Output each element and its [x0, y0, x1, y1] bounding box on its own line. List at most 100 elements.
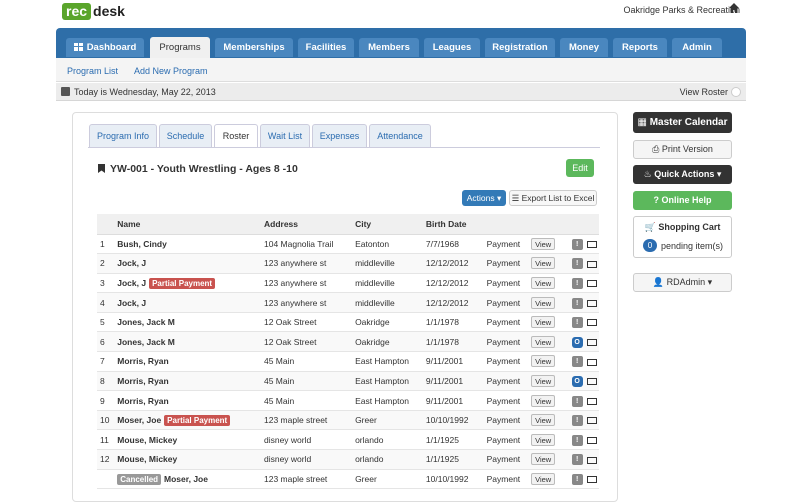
participant-name[interactable]: Jock, J — [117, 278, 146, 288]
mail-icon[interactable] — [586, 417, 597, 425]
nav-tab-admin[interactable]: Admin — [672, 38, 722, 57]
mail-icon[interactable] — [586, 456, 597, 464]
mail-icon[interactable] — [586, 319, 597, 327]
status-o-icon[interactable]: O — [571, 336, 583, 348]
view-button[interactable]: View — [531, 335, 556, 348]
mail-icon[interactable] — [586, 241, 597, 249]
nav-tab-money[interactable]: Money — [560, 38, 608, 57]
view-button[interactable]: View — [531, 414, 556, 427]
status-o-icon[interactable]: O — [571, 375, 583, 387]
home-icon[interactable] — [728, 2, 744, 18]
mail-icon[interactable] — [586, 339, 597, 347]
tab-attendance[interactable]: Attendance — [369, 124, 431, 147]
participant-name[interactable]: Morris, Ryan — [117, 376, 169, 386]
alert-icon[interactable]: ! — [571, 317, 583, 329]
payment-link[interactable]: Payment — [486, 410, 532, 431]
view-button[interactable]: View — [531, 355, 556, 368]
tab-expenses[interactable]: Expenses — [312, 124, 367, 147]
user-menu-button[interactable]: 👤 RDAdmin ▾ — [633, 273, 732, 292]
col-address[interactable]: Address — [263, 214, 356, 235]
payment-link[interactable]: Payment — [486, 429, 532, 451]
col-birth-date[interactable]: Birth Date — [425, 214, 487, 235]
payment-link[interactable]: Payment — [486, 273, 532, 294]
view-button[interactable]: View — [531, 472, 556, 485]
alert-icon[interactable]: ! — [571, 297, 583, 309]
print-version-button[interactable]: ⎙ Print Version — [633, 140, 732, 159]
alert-icon[interactable]: ! — [571, 356, 583, 368]
mail-icon[interactable] — [586, 358, 597, 366]
mail-icon[interactable] — [586, 397, 597, 405]
shopping-cart-box[interactable]: 🛒 Shopping Cart 0 pending item(s) — [633, 216, 732, 258]
program-list-link[interactable]: Program List — [67, 66, 118, 76]
col-city[interactable]: City — [355, 214, 426, 235]
edit-button[interactable]: Edit — [566, 159, 594, 177]
export-excel-button[interactable]: ☰ Export List to Excel — [509, 190, 597, 206]
view-button[interactable]: View — [531, 394, 556, 407]
participant-name[interactable]: Jock, J — [117, 298, 146, 308]
alert-icon[interactable]: ! — [571, 454, 583, 466]
nav-tab-memberships[interactable]: Memberships — [215, 38, 293, 57]
participant-name[interactable]: Jones, Jack M — [117, 317, 175, 327]
participant-name[interactable]: Morris, Ryan — [117, 356, 169, 366]
nav-tab-facilities[interactable]: Facilities — [298, 38, 354, 57]
view-button[interactable]: View — [531, 453, 556, 466]
mail-icon[interactable] — [586, 299, 597, 307]
mail-icon[interactable] — [586, 436, 597, 444]
payment-link[interactable]: Payment — [486, 253, 532, 274]
payment-link[interactable]: Payment — [486, 371, 532, 392]
payment-link[interactable]: Payment — [486, 469, 532, 490]
tab-roster[interactable]: Roster — [214, 124, 258, 148]
payment-link[interactable]: Payment — [486, 351, 532, 372]
payment-link[interactable]: Payment — [486, 331, 532, 353]
view-button[interactable]: View — [531, 374, 556, 387]
mail-icon[interactable] — [586, 378, 597, 386]
participant-name[interactable]: Moser, Joe — [117, 415, 161, 425]
tab-schedule[interactable]: Schedule — [159, 124, 212, 147]
view-button[interactable]: View — [531, 316, 556, 329]
recdesk-logo[interactable]: rec desk — [62, 2, 125, 20]
view-button[interactable]: View — [531, 296, 556, 309]
payment-link[interactable]: Payment — [486, 312, 532, 333]
master-calendar-button[interactable]: ▦ Master Calendar — [633, 112, 732, 133]
nav-tab-dashboard[interactable]: Dashboard — [66, 38, 144, 57]
nav-tab-members[interactable]: Members — [359, 38, 419, 57]
alert-icon[interactable]: ! — [571, 473, 583, 485]
participant-name[interactable]: Mouse, Mickey — [117, 435, 177, 445]
participant-name[interactable]: Jock, J — [117, 258, 146, 268]
payment-link[interactable]: Payment — [486, 449, 532, 470]
view-roster-link[interactable]: View Roster — [680, 87, 728, 97]
payment-link[interactable]: Payment — [486, 234, 532, 255]
nav-tab-registration[interactable]: Registration — [485, 38, 555, 57]
view-button[interactable]: View — [531, 237, 556, 250]
add-new-program-link[interactable]: Add New Program — [134, 66, 208, 76]
alert-icon[interactable]: ! — [571, 277, 583, 289]
view-button[interactable]: View — [531, 276, 556, 289]
payment-link[interactable]: Payment — [486, 390, 532, 411]
alert-icon[interactable]: ! — [571, 415, 583, 427]
view-button[interactable]: View — [531, 433, 556, 446]
participant-name[interactable]: Morris, Ryan — [117, 396, 169, 406]
mail-icon[interactable] — [586, 260, 597, 268]
view-button[interactable]: View — [531, 257, 556, 270]
tab-wait-list[interactable]: Wait List — [260, 124, 310, 147]
payment-link[interactable]: Payment — [486, 292, 532, 313]
nav-tab-reports[interactable]: Reports — [613, 38, 667, 57]
alert-icon[interactable]: ! — [571, 258, 583, 270]
participant-name[interactable]: Mouse, Mickey — [117, 454, 177, 464]
quick-actions-button[interactable]: ♨ Quick Actions ▾ — [633, 165, 732, 184]
alert-icon[interactable]: ! — [571, 434, 583, 446]
tab-program-info[interactable]: Program Info — [89, 124, 157, 147]
mail-icon[interactable] — [586, 476, 597, 484]
actions-dropdown-button[interactable]: Actions ▾ — [462, 190, 506, 206]
participant-name[interactable]: Jones, Jack M — [117, 337, 175, 347]
chevron-down-icon[interactable] — [731, 87, 741, 97]
alert-icon[interactable]: ! — [571, 395, 583, 407]
participant-name[interactable]: Moser, Joe — [164, 474, 208, 484]
nav-tab-leagues[interactable]: Leagues — [424, 38, 480, 57]
alert-icon[interactable]: ! — [571, 238, 583, 250]
nav-tab-programs[interactable]: Programs — [150, 37, 210, 58]
participant-name[interactable]: Bush, Cindy — [117, 239, 167, 249]
mail-icon[interactable] — [586, 280, 597, 288]
col-name[interactable]: Name — [117, 214, 264, 235]
online-help-button[interactable]: ? Online Help — [633, 191, 732, 210]
